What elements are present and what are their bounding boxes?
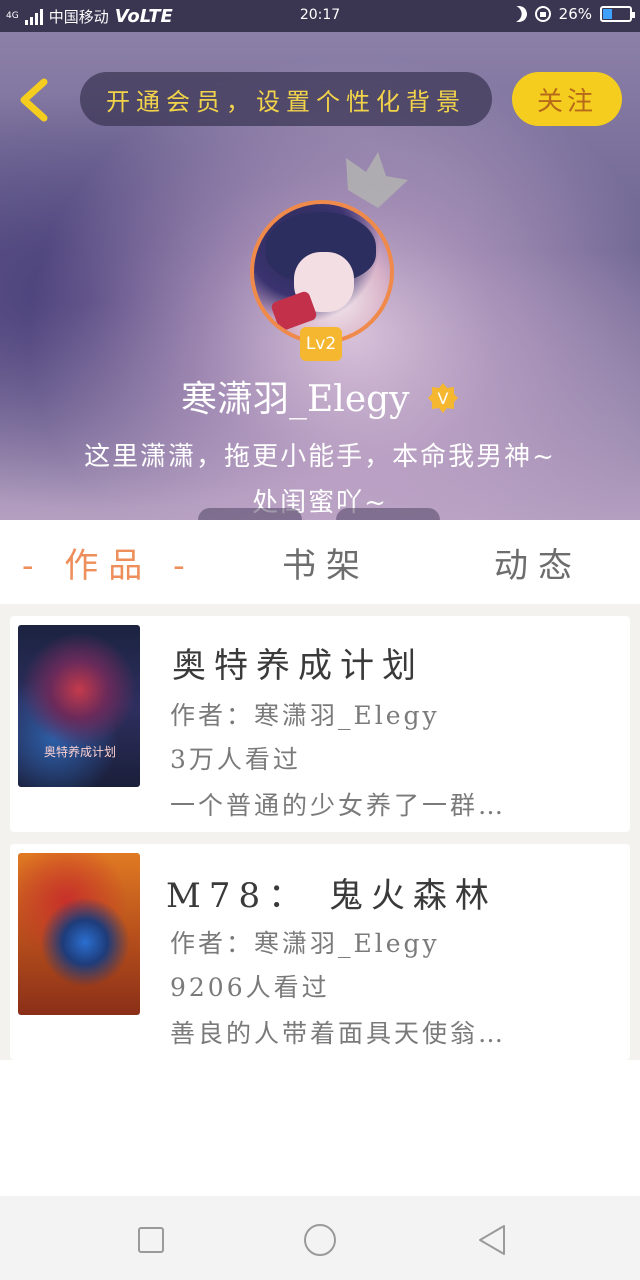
follow-button[interactable]: 关注: [512, 72, 622, 126]
work-author: 作者：寒潇羽_Elegy: [170, 701, 440, 730]
back-triangle-icon[interactable]: [472, 1220, 512, 1260]
book-cover: 奥特养成计划: [18, 625, 140, 787]
level-badge: Lv2: [300, 327, 342, 361]
battery-percent: 26%: [558, 5, 592, 23]
profile-header: 开通会员，设置个性化背景 关注 Lv2 寒潇羽_Elegy V 这里潇潇，拖更小…: [0, 32, 640, 520]
profile-tabs: - 作品 - 书架 动态: [0, 520, 640, 604]
vip-background-banner[interactable]: 开通会员，设置个性化背景: [80, 72, 492, 126]
work-author: 作者：寒潇羽_Elegy: [170, 929, 440, 958]
tab-works[interactable]: - 作品 -: [22, 538, 195, 587]
work-card[interactable]: M78： 鬼火森林 作者：寒潇羽_Elegy 9206人看过 善良的人带着面具天…: [10, 844, 630, 1060]
recent-apps-icon[interactable]: [131, 1220, 171, 1260]
rotation-lock-icon: [534, 6, 551, 22]
battery-icon: [600, 6, 635, 22]
header-pill: [198, 508, 302, 520]
work-description: 善良的人带着面具天使翁…: [170, 1019, 507, 1048]
chevron-left-icon: [20, 78, 48, 122]
do-not-disturb-icon: [508, 4, 529, 25]
bio: 这里潇潇，拖更小能手，本命我男神~ 处闺蜜吖~: [10, 434, 630, 526]
work-views: 9206人看过: [170, 973, 330, 1002]
svg-text:V: V: [437, 389, 448, 408]
work-title: 奥特养成计划: [172, 646, 424, 686]
book-cover: [18, 853, 140, 1015]
tab-activity[interactable]: 动态: [494, 538, 582, 587]
status-bar: 4G 中国移动 VoLTE 20:17 26%: [0, 0, 640, 32]
bio-line: 这里潇潇，拖更小能手，本命我男神~: [84, 442, 556, 472]
crown-icon: [346, 152, 408, 208]
tab-bookshelf[interactable]: 书架: [282, 538, 370, 587]
verified-badge-icon: V: [427, 383, 458, 413]
cover-title: 奥特养成计划: [43, 745, 116, 759]
avatar[interactable]: [250, 200, 394, 344]
home-icon[interactable]: [300, 1220, 340, 1260]
work-title: M78： 鬼火森林: [166, 876, 497, 916]
username: 寒潇羽_Elegy: [181, 379, 410, 420]
work-card[interactable]: 奥特养成计划 奥特养成计划 作者：寒潇羽_Elegy 3万人看过 一个普通的少女…: [10, 616, 630, 832]
work-views: 3万人看过: [170, 745, 301, 774]
username-row: 寒潇羽_Elegy V: [0, 370, 640, 422]
header-pill: [336, 508, 440, 520]
system-nav-bar: [0, 1196, 640, 1280]
back-button[interactable]: [14, 76, 54, 124]
work-description: 一个普通的少女养了一群…: [170, 791, 507, 820]
